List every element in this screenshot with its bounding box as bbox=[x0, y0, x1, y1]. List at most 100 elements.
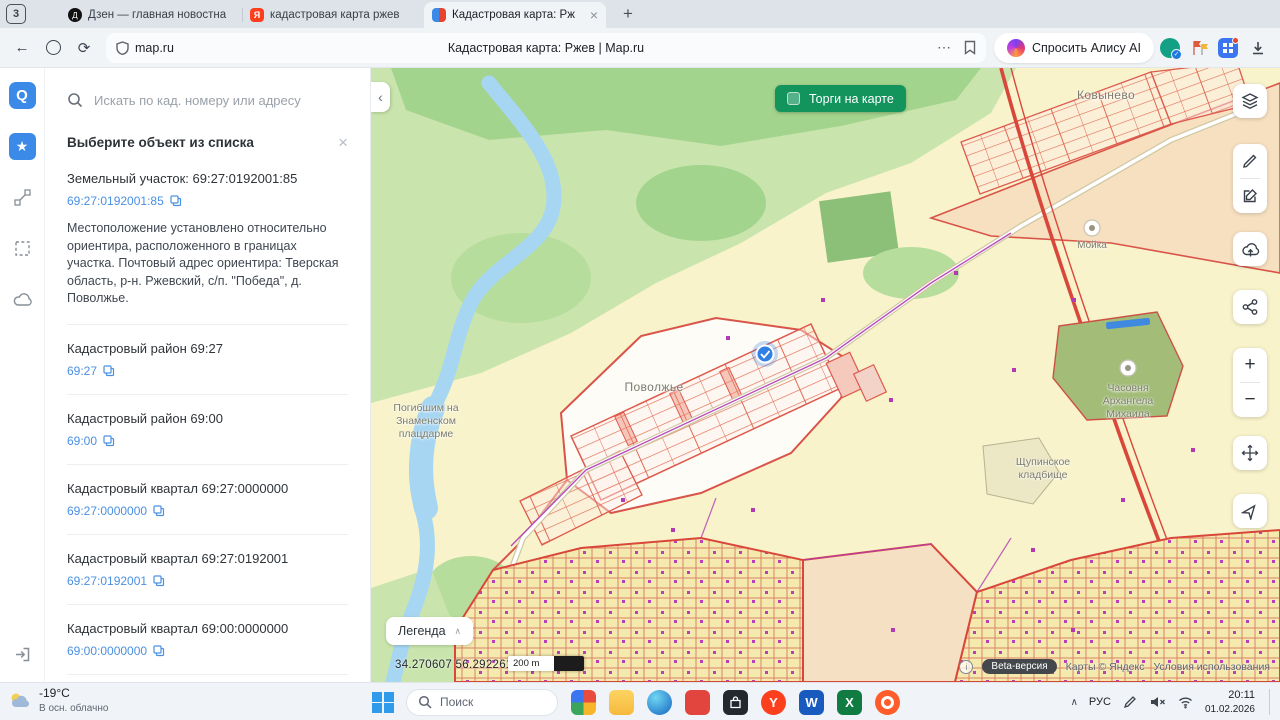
object-list: Земельный участок: 69:27:0192001:85 69:2… bbox=[45, 155, 370, 675]
zoom-out-button[interactable]: − bbox=[1233, 383, 1267, 417]
layers-button[interactable] bbox=[1233, 84, 1267, 118]
taskbar-app-yandex-browser[interactable]: Y bbox=[761, 690, 786, 715]
area-select-tool-button[interactable] bbox=[9, 235, 36, 262]
trades-checkbox[interactable] bbox=[787, 92, 800, 105]
cadastral-number-link[interactable]: 69:00:0000000 bbox=[67, 644, 348, 658]
taskbar-app-opera[interactable] bbox=[875, 690, 900, 715]
more-icon[interactable]: ⋯ bbox=[937, 39, 952, 56]
tab-dzen[interactable]: Д Дзен — главная новостна bbox=[60, 2, 242, 28]
cadastral-number-link[interactable]: 69:27 bbox=[67, 364, 348, 378]
trades-on-map-toggle[interactable]: Торги на карте bbox=[775, 85, 906, 112]
selected-parcel-marker[interactable] bbox=[752, 341, 778, 367]
start-button[interactable] bbox=[372, 692, 393, 713]
back-button[interactable]: ← bbox=[8, 34, 36, 62]
browser-tab-bar: 3 Д Дзен — главная новостна Я кадастрова… bbox=[0, 0, 1280, 28]
close-list-icon[interactable]: × bbox=[338, 134, 348, 151]
tray-expand-icon[interactable]: ∧ bbox=[1071, 697, 1078, 708]
language-indicator[interactable]: РУС bbox=[1089, 696, 1111, 708]
terms-of-use-link[interactable]: Условия использования bbox=[1153, 661, 1270, 673]
tab-counter-button[interactable]: 3 bbox=[6, 4, 26, 24]
link-text: 69:00:0000000 bbox=[67, 644, 147, 658]
cadastral-number-link[interactable]: 69:00 bbox=[67, 434, 348, 448]
list-item-district[interactable]: Кадастровый район 69:00 69:00 bbox=[67, 395, 348, 465]
tab-yandex-search[interactable]: Я кадастровая карта ржев bbox=[242, 2, 424, 28]
browser-services-icon[interactable] bbox=[39, 34, 67, 62]
copy-icon[interactable] bbox=[103, 435, 115, 447]
extension-consultant-icon[interactable]: ✓ bbox=[1157, 35, 1183, 61]
login-exit-button[interactable] bbox=[9, 641, 36, 668]
cloud-icon bbox=[13, 292, 32, 307]
cadastral-number-link[interactable]: 69:27:0192001 bbox=[67, 574, 348, 588]
zoom-control: + − bbox=[1233, 348, 1267, 417]
cadastral-search-input[interactable] bbox=[94, 93, 348, 108]
pencil-icon bbox=[1241, 152, 1259, 170]
extension-grid-icon[interactable] bbox=[1215, 35, 1241, 61]
copy-icon[interactable] bbox=[153, 575, 165, 587]
taskbar-app-edge[interactable] bbox=[647, 690, 672, 715]
yandex-copyright: Карты © Яндекс bbox=[1066, 661, 1145, 673]
measure-button[interactable] bbox=[1233, 144, 1267, 178]
taskbar-app-excel[interactable]: X bbox=[837, 690, 862, 715]
site-tool-strip: Q ★ bbox=[0, 68, 45, 682]
collapse-panel-button[interactable]: ‹ bbox=[371, 82, 390, 112]
tab-cadastral-map[interactable]: Кадастровая карта: Рж × bbox=[424, 2, 606, 28]
list-item-parcel[interactable]: Земельный участок: 69:27:0192001:85 69:2… bbox=[67, 155, 348, 325]
list-header: Выберите объект из списка × bbox=[45, 124, 370, 155]
show-desktop-button[interactable] bbox=[1269, 689, 1272, 715]
close-tab-icon[interactable]: × bbox=[590, 8, 598, 22]
wifi-icon[interactable] bbox=[1177, 695, 1194, 709]
bookmark-icon[interactable] bbox=[964, 40, 976, 55]
taskbar-app-widgets[interactable] bbox=[571, 690, 596, 715]
taskbar-app-explorer[interactable] bbox=[609, 690, 634, 715]
new-tab-button[interactable]: + bbox=[616, 4, 640, 24]
zoom-in-button[interactable]: + bbox=[1233, 348, 1267, 382]
pan-button[interactable] bbox=[1233, 436, 1267, 470]
taskbar-clock[interactable]: 20:11 01.02.2026 bbox=[1205, 688, 1255, 715]
info-icon[interactable]: i bbox=[959, 660, 973, 674]
dashed-square-icon bbox=[14, 240, 31, 257]
speaker-muted-icon[interactable] bbox=[1149, 695, 1166, 709]
downloads-button[interactable] bbox=[1244, 34, 1272, 62]
extension-flags-icon[interactable] bbox=[1186, 35, 1212, 61]
cloud-weather-icon bbox=[8, 691, 32, 709]
favorites-tool-button[interactable]: ★ bbox=[9, 133, 36, 160]
refresh-button[interactable]: ⟳ bbox=[70, 34, 98, 62]
taskbar-app-word[interactable]: W bbox=[799, 690, 824, 715]
url-box[interactable]: map.ru Кадастровая карта: Ржев | Map.ru … bbox=[106, 33, 986, 63]
ask-alice-button[interactable]: Спросить Алису AI bbox=[994, 33, 1154, 63]
list-item-quarter[interactable]: Кадастровый квартал 69:00:0000000 69:00:… bbox=[67, 605, 348, 675]
taskbar-app-red[interactable] bbox=[685, 690, 710, 715]
site-security-icon[interactable] bbox=[116, 41, 129, 55]
pen-icon[interactable] bbox=[1122, 694, 1138, 710]
taskbar-weather-widget[interactable]: -19°C В осн. облачно bbox=[8, 686, 108, 715]
list-item-district[interactable]: Кадастровый район 69:27 69:27 bbox=[67, 325, 348, 395]
cadastral-number-link[interactable]: 69:27:0192001:85 bbox=[67, 194, 348, 208]
cloud-tool-button[interactable] bbox=[9, 286, 36, 313]
copy-icon[interactable] bbox=[103, 365, 115, 377]
windows-taskbar: -19°C В осн. облачно Поиск Y W X ∧ РУ bbox=[0, 682, 1280, 720]
draw-vector-tool-button[interactable] bbox=[9, 184, 36, 211]
tab-title: Дзен — главная новостна bbox=[88, 9, 234, 21]
copy-icon[interactable] bbox=[170, 195, 182, 207]
tab-title: Кадастровая карта: Рж bbox=[452, 9, 586, 21]
legend-button[interactable]: Легенда ∧ bbox=[386, 617, 473, 645]
scale-bar: 200 m bbox=[508, 656, 584, 671]
map-ru-logo[interactable]: Q bbox=[9, 82, 36, 109]
search-row bbox=[45, 68, 370, 124]
list-item-quarter[interactable]: Кадастровый квартал 69:27:0000000 69:27:… bbox=[67, 465, 348, 535]
item-title: Кадастровый квартал 69:00:0000000 bbox=[67, 621, 348, 636]
item-title: Кадастровый квартал 69:27:0000000 bbox=[67, 481, 348, 496]
copy-icon[interactable] bbox=[153, 645, 165, 657]
map-canvas[interactable] bbox=[371, 68, 1280, 682]
share-button[interactable] bbox=[1233, 290, 1267, 324]
my-location-button[interactable] bbox=[1233, 494, 1267, 528]
taskbar-app-store[interactable] bbox=[723, 690, 748, 715]
list-item-quarter[interactable]: Кадастровый квартал 69:27:0192001 69:27:… bbox=[67, 535, 348, 605]
tab-title: кадастровая карта ржев bbox=[270, 9, 416, 21]
cadastral-number-link[interactable]: 69:27:0000000 bbox=[67, 504, 348, 518]
copy-icon[interactable] bbox=[153, 505, 165, 517]
edit-button[interactable] bbox=[1233, 179, 1267, 213]
system-tray: ∧ РУС 20:11 01.02.2026 bbox=[1071, 683, 1272, 720]
cloud-upload-button[interactable] bbox=[1233, 232, 1267, 266]
taskbar-search[interactable]: Поиск bbox=[406, 689, 558, 716]
